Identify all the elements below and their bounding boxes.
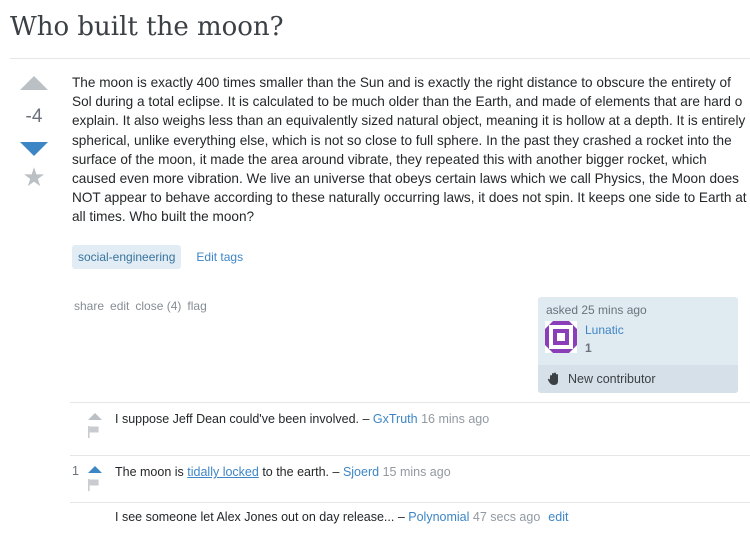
share-link[interactable]: share — [74, 299, 104, 313]
comment-separator: – — [394, 510, 409, 524]
down-arrow-icon[interactable] — [20, 142, 48, 156]
post-menu: share edit close (4) flag — [74, 299, 207, 313]
comment-time[interactable]: 15 mins ago — [383, 465, 451, 479]
tidally-locked-link[interactable]: tidally locked — [187, 465, 259, 479]
up-arrow-icon[interactable] — [20, 76, 48, 90]
comment-text-line: The moon is tidally locked to the earth.… — [115, 465, 451, 479]
vote-cell: -4 ★ — [16, 76, 52, 190]
reputation-score: 1 — [585, 341, 592, 355]
comments-list: I suppose Jeff Dean could've been involv… — [70, 402, 750, 533]
tag-list: social-engineering Edit tags — [72, 245, 243, 269]
close-link[interactable]: close (4) — [135, 299, 181, 313]
vote-count: -4 — [25, 106, 43, 127]
new-contributor-label: New contributor — [568, 372, 656, 386]
wave-hand-icon — [547, 372, 558, 385]
title-divider — [10, 58, 750, 59]
comment-item: 1 The moon is tidally locked to the eart… — [70, 456, 750, 503]
question-title[interactable]: Who built the moon? — [10, 12, 284, 42]
asked-time: asked 25 mins ago — [546, 303, 647, 317]
flag-icon[interactable] — [88, 479, 100, 491]
comment-time[interactable]: 16 mins ago — [421, 412, 489, 426]
comment-upvote-icon[interactable] — [88, 413, 102, 420]
comment-separator: – — [359, 412, 373, 426]
comment-user-link[interactable]: Sjoerd — [343, 465, 379, 479]
comment-actions — [88, 413, 102, 441]
comment-text: I suppose Jeff Dean could've been involv… — [115, 412, 359, 426]
new-contributor-indicator[interactable]: New contributor — [538, 365, 738, 393]
comment-text-before: The moon is — [115, 465, 188, 479]
comment-score: 1 — [72, 464, 79, 478]
user-name-link[interactable]: Lunatic — [585, 323, 624, 337]
comment-separator: – — [329, 465, 343, 479]
comment-edit-link[interactable]: edit — [548, 510, 568, 524]
comment-text: I see someone let Alex Jones out on day … — [115, 510, 395, 524]
star-icon[interactable]: ★ — [16, 164, 52, 190]
question-body: The moon is exactly 400 times smaller th… — [72, 75, 747, 225]
edit-link[interactable]: edit — [110, 299, 129, 313]
flag-link[interactable]: flag — [187, 299, 206, 313]
comment-user-link[interactable]: GxTruth — [373, 412, 418, 426]
comment-item: I suppose Jeff Dean could've been involv… — [70, 403, 750, 456]
avatar[interactable] — [545, 321, 577, 353]
flag-icon[interactable] — [88, 426, 100, 438]
comment-user-link[interactable]: Polynomial — [408, 510, 469, 524]
edit-tags-link[interactable]: Edit tags — [196, 250, 243, 264]
comment-time[interactable]: 47 secs ago — [473, 510, 540, 524]
comment-upvote-icon[interactable] — [88, 466, 102, 473]
comment-actions — [88, 466, 102, 494]
tag-social-engineering[interactable]: social-engineering — [72, 245, 182, 269]
comment-text-line: I see someone let Alex Jones out on day … — [115, 510, 568, 524]
comment-text-line: I suppose Jeff Dean could've been involv… — [115, 412, 489, 426]
comment-item: I see someone let Alex Jones out on day … — [70, 503, 750, 533]
comment-text-after: to the earth. — [258, 465, 330, 479]
owner-card: asked 25 mins ago Lunatic 1 New contribu… — [538, 297, 738, 393]
